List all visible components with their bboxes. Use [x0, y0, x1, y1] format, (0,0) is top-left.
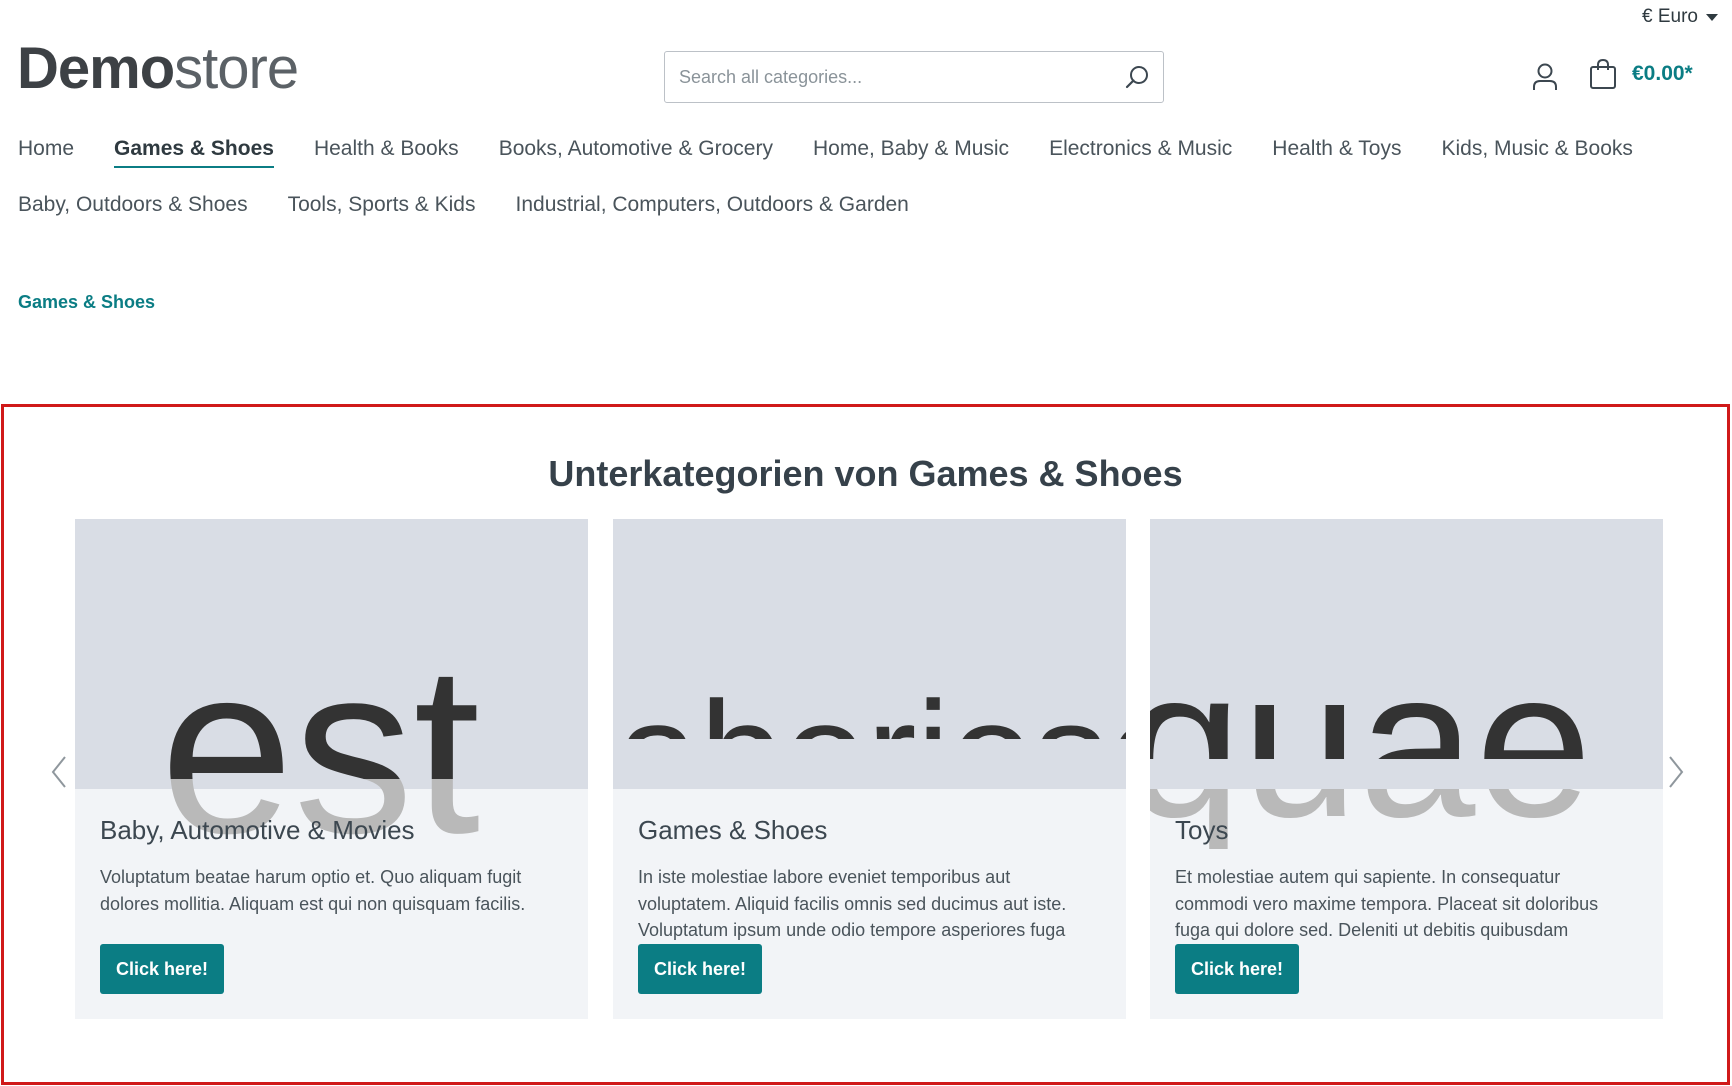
- currency-selector[interactable]: € Euro: [1642, 6, 1718, 28]
- store-logo[interactable]: Demostore: [17, 40, 299, 98]
- user-icon: [1533, 63, 1557, 90]
- subcategory-card[interactable]: laboriosam laboriosam Games & Shoes In i…: [613, 519, 1126, 1019]
- chevron-right-icon: [1669, 756, 1684, 788]
- card-title: Baby, Automotive & Movies: [100, 815, 415, 845]
- slider-next-button[interactable]: [1661, 752, 1691, 792]
- card-description: In iste molestiae labore eveniet tempori…: [638, 867, 1067, 940]
- card-image: [75, 519, 588, 789]
- nav-item-books-automotive-grocery[interactable]: Books, Automotive & Grocery: [499, 132, 773, 188]
- logo-bold-text: Demo: [17, 36, 175, 101]
- nav-item-home-baby-music[interactable]: Home, Baby & Music: [813, 132, 1009, 188]
- nav-item-games-shoes[interactable]: Games & Shoes: [114, 132, 274, 188]
- cart-button[interactable]: €0.00*: [1588, 58, 1693, 90]
- nav-item-home[interactable]: Home: [18, 132, 74, 188]
- nav-item-electronics-music[interactable]: Electronics & Music: [1049, 132, 1232, 188]
- click-here-button[interactable]: Click here!: [1175, 944, 1300, 994]
- card-title: Toys: [1175, 815, 1229, 845]
- subcategory-slider-section: Unterkategorien von Games & Shoes est es…: [1, 404, 1730, 1085]
- nav-item-health-toys[interactable]: Health & Toys: [1272, 132, 1401, 188]
- search-icon: [1125, 66, 1148, 89]
- nav-item-kids-music-books[interactable]: Kids, Music & Books: [1441, 132, 1632, 188]
- card-image: [613, 519, 1126, 789]
- card-title: Games & Shoes: [638, 815, 828, 845]
- section-title: Unterkategorien von Games & Shoes: [548, 453, 1183, 494]
- card-description: Voluptatum beatae harum optio et. Quo al…: [100, 867, 526, 914]
- card-image: [1150, 519, 1663, 789]
- chevron-left-icon: [51, 756, 66, 788]
- breadcrumb[interactable]: Games & Shoes: [18, 292, 155, 313]
- currency-label: € Euro: [1642, 6, 1698, 27]
- nav-item-industrial-computers-outdoors-garden[interactable]: Industrial, Computers, Outdoors & Garden: [516, 188, 909, 244]
- search-bar: [664, 51, 1164, 103]
- search-button[interactable]: [1111, 52, 1163, 102]
- nav-item-baby-outdoors-shoes[interactable]: Baby, Outdoors & Shoes: [18, 188, 248, 244]
- main-navigation: Home Games & Shoes Health & Books Books,…: [18, 132, 1708, 244]
- nav-item-health-books[interactable]: Health & Books: [314, 132, 459, 188]
- click-here-button[interactable]: Click here!: [100, 944, 225, 994]
- subcategory-card[interactable]: quae quae Toys Et molestiae autem qui sa…: [1150, 519, 1663, 1019]
- click-here-button[interactable]: Click here!: [638, 944, 763, 994]
- shopping-bag-icon: [1590, 58, 1616, 89]
- account-button[interactable]: [1528, 60, 1562, 94]
- nav-item-tools-sports-kids[interactable]: Tools, Sports & Kids: [288, 188, 476, 244]
- logo-light-text: store: [174, 36, 299, 101]
- slider-prev-button[interactable]: [44, 752, 74, 792]
- subcategory-card[interactable]: est est Baby, Automotive & Movies Volupt…: [75, 519, 588, 1019]
- cart-total: €0.00*: [1632, 62, 1693, 85]
- search-input[interactable]: [665, 52, 1111, 102]
- card-description: Et molestiae autem qui sapiente. In cons…: [1175, 867, 1599, 940]
- caret-down-icon: [1706, 13, 1718, 21]
